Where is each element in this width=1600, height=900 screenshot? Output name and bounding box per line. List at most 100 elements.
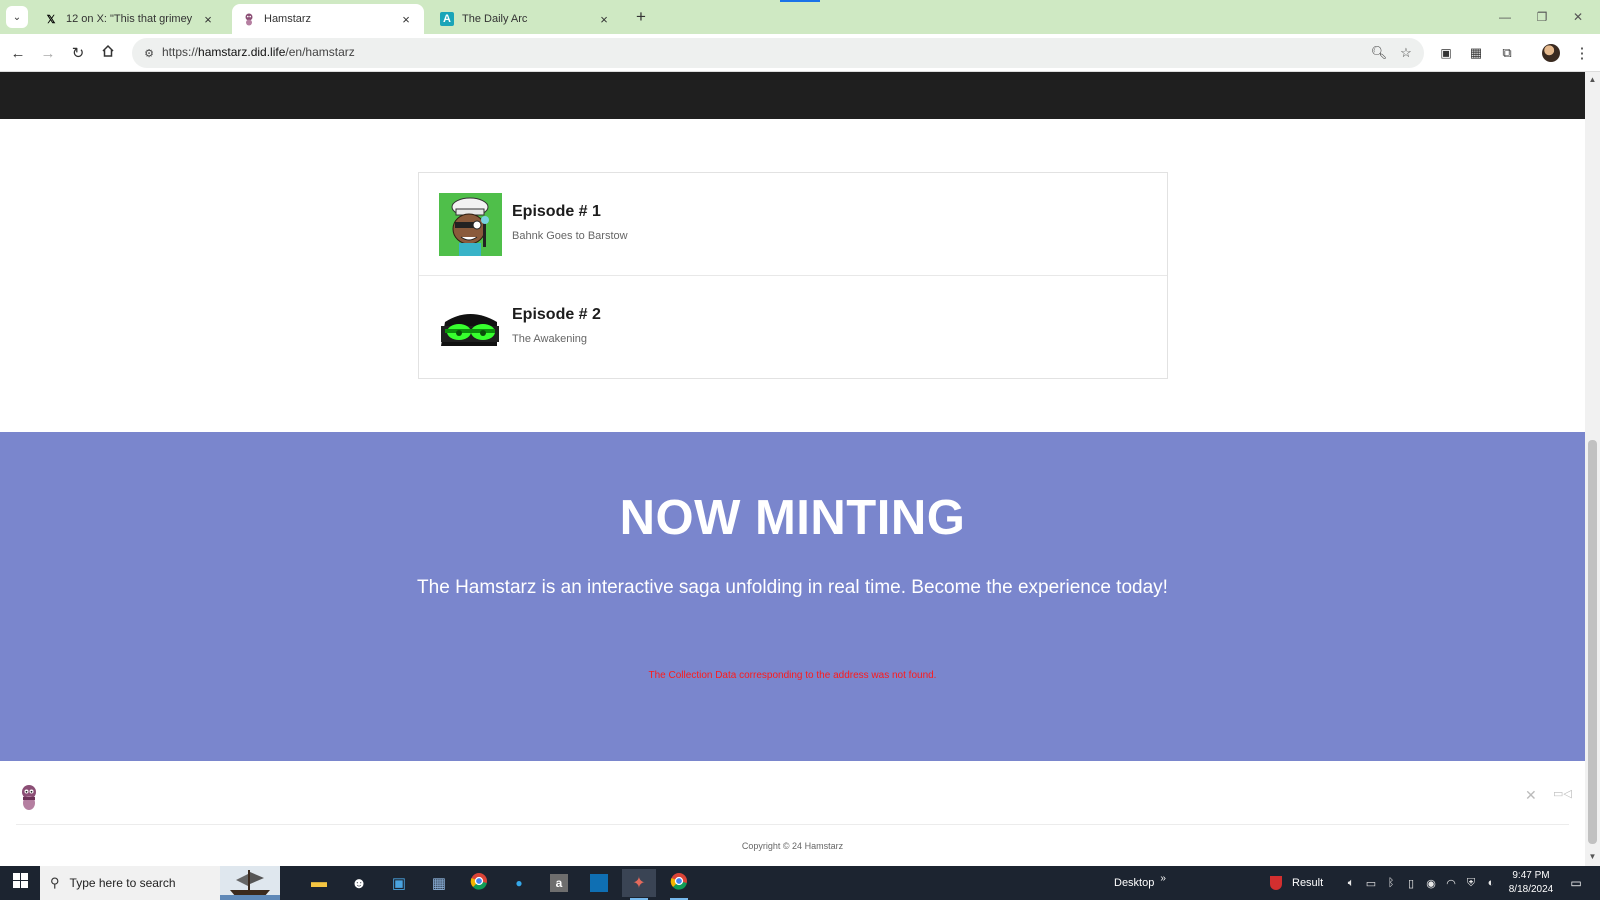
tab-search-button[interactable]: ⌄	[6, 6, 28, 28]
episode-title[interactable]: Episode # 1	[512, 203, 601, 221]
taskbar-photos-app[interactable]: ☻	[342, 869, 376, 897]
new-tab-button[interactable]: +	[630, 6, 652, 28]
copyright-text: Copyright © 24 Hamstarz	[741, 841, 844, 851]
bookmark-star-icon[interactable]: ☆	[1395, 42, 1417, 64]
shield-icon[interactable]: ⛨	[1464, 876, 1478, 890]
close-icon[interactable]: ×	[200, 11, 216, 27]
amazon-icon: a	[550, 874, 568, 892]
address-bar[interactable]: ⚙ https://hamstarz.did.life/en/hamstarz …	[132, 38, 1424, 68]
desktop-toolbar[interactable]: Desktop »	[1114, 866, 1166, 900]
arrow-right-icon: →	[40, 44, 56, 62]
window-app-icon: ▣	[391, 875, 407, 892]
battery-icon[interactable]: ▯	[1404, 876, 1418, 890]
url-prefix: https://	[162, 45, 199, 59]
taskbar-edge[interactable]: ●	[502, 869, 536, 897]
taskbar-file-explorer[interactable]: ▬	[302, 869, 336, 897]
url-text[interactable]: https://hamstarz.did.life/en/hamstarz	[162, 45, 355, 59]
tab-x-post[interactable]: 𝕏 12 on X: "This that grimey drip ×	[34, 4, 226, 34]
reload-button[interactable]: ↻	[66, 41, 90, 65]
grid-icon: ▦	[1469, 45, 1483, 60]
update-icon[interactable]: ◐	[1484, 876, 1498, 890]
taskbar-store-app[interactable]: ▣	[382, 869, 416, 897]
minting-description: The Hamstarz is an interactive saga unfo…	[417, 577, 1168, 598]
minting-heading: NOW MINTING	[619, 491, 966, 545]
list-item-episode-1[interactable]: Episode # 1 Bahnk Goes to Barstow	[419, 173, 1167, 276]
taskbar-amazon[interactable]: a	[542, 869, 576, 897]
start-button[interactable]	[0, 866, 40, 900]
scroll-up-arrow-icon[interactable]: ▲	[1588, 75, 1597, 85]
tab-title: Hamstarz	[264, 13, 312, 25]
taskbar-calculator[interactable]: ▦	[422, 869, 456, 897]
hamster-logo-icon[interactable]	[18, 783, 40, 811]
profile-button[interactable]	[1539, 41, 1563, 65]
taskbar-search-box[interactable]: ⚲ Type here to search	[40, 866, 280, 900]
url-path: /en/hamstarz	[285, 45, 355, 59]
folder-icon: ▬	[311, 874, 327, 891]
extensions-button[interactable]: ⧉	[1495, 41, 1519, 65]
chrome-tray-icon[interactable]: ◉	[1424, 876, 1438, 890]
puzzle-icon: ⧉	[1502, 45, 1512, 60]
list-item-episode-2[interactable]: Episode # 2 The Awakening	[419, 276, 1167, 379]
speaker-icon[interactable]: 🔈︎	[1344, 876, 1358, 890]
episode-title[interactable]: Episode # 2	[512, 306, 601, 324]
weather-widget[interactable]: Result	[1270, 866, 1323, 900]
scroll-down-arrow-icon[interactable]: ▼	[1588, 852, 1597, 862]
close-icon[interactable]: ✕	[1525, 787, 1537, 804]
avatar	[1542, 44, 1560, 62]
home-button[interactable]	[96, 41, 120, 65]
search-icon: ⚲	[50, 875, 60, 890]
minimize-button[interactable]: —	[1490, 6, 1520, 28]
close-icon: ✕	[1572, 10, 1584, 24]
arrow-left-icon: ←	[10, 44, 26, 62]
weather-result-label: Result	[1292, 877, 1324, 889]
footer-divider	[16, 824, 1569, 825]
green-glasses-thumbnail[interactable]	[439, 296, 502, 359]
page-scrollbar[interactable]: ▲ ▼	[1585, 72, 1600, 866]
minting-section: NOW MINTING The Hamstarz is an interacti…	[0, 432, 1585, 761]
forward-button[interactable]: →	[36, 41, 60, 65]
tab-title: 12 on X: "This that grimey drip	[66, 13, 194, 25]
close-icon[interactable]: ×	[596, 11, 612, 27]
site-header-bar	[0, 72, 1585, 119]
collection-error-message: The Collection Data corresponding to the…	[648, 670, 937, 681]
bluetooth-icon[interactable]: ᛒ	[1384, 876, 1398, 890]
search-placeholder: Type here to search	[69, 876, 176, 890]
plus-icon: +	[636, 7, 646, 26]
zoom-icon[interactable]: 🔍︎	[1368, 42, 1390, 64]
browser-tab-strip: ⌄ 𝕏 12 on X: "This that grimey drip × Ha…	[0, 0, 1600, 34]
scrollbar-thumb[interactable]	[1588, 440, 1597, 844]
kebab-menu-icon: ⋮	[1574, 45, 1590, 62]
clock-time: 9:47 PM	[1512, 870, 1550, 881]
apps-grid-button[interactable]: ▦	[1464, 41, 1488, 65]
url-host: hamstarz.did.life	[198, 45, 286, 59]
extension-button[interactable]: ▣	[1434, 41, 1458, 65]
hamster-icon	[242, 12, 256, 26]
reload-icon: ↻	[71, 45, 85, 62]
site-info-icon[interactable]: ⚙	[138, 42, 160, 64]
taskbar-chrome-window[interactable]	[662, 869, 696, 900]
taskbar-chrome[interactable]	[462, 869, 496, 897]
tab-hamstarz[interactable]: Hamstarz ×	[232, 4, 424, 34]
edge-icon: ●	[515, 876, 523, 890]
notification-icon[interactable]: ▭	[1568, 875, 1584, 891]
windows-taskbar: ⚲ Type here to search ▬ ☻ ▣ ▦ ● a ✦ Desk…	[0, 866, 1600, 900]
close-window-button[interactable]: ✕	[1563, 6, 1593, 28]
close-icon[interactable]: ×	[398, 11, 414, 27]
menu-button[interactable]: ⋮	[1570, 41, 1594, 65]
minimize-icon: —	[1499, 10, 1511, 24]
windows-logo-icon	[12, 873, 28, 893]
chevron-down-icon: ⌄	[12, 11, 22, 23]
camera-icon[interactable]: ▭◁	[1553, 787, 1572, 800]
desktop-label: Desktop	[1114, 877, 1155, 889]
display-icon[interactable]: ▭	[1364, 876, 1378, 890]
taskbar-app-blue[interactable]	[582, 869, 616, 897]
panda-app-icon: ☻	[351, 874, 367, 892]
back-button[interactable]: ←	[6, 41, 30, 65]
tab-daily-arc[interactable]: A The Daily Arc ×	[430, 4, 622, 34]
system-clock[interactable]: 9:47 PM 8/18/2024	[1500, 869, 1562, 897]
site-footer: ✕ ▭◁ Copyright © 24 Hamstarz	[0, 761, 1585, 866]
wifi-icon[interactable]: ◠	[1444, 876, 1458, 890]
restore-button[interactable]: ❐	[1527, 6, 1557, 28]
taskbar-app-active[interactable]: ✦	[622, 869, 656, 900]
chef-hamster-thumbnail[interactable]	[439, 193, 502, 256]
